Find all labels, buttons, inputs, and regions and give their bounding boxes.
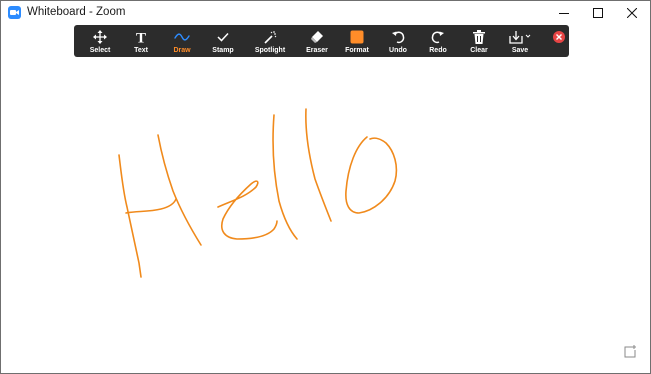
tool-stamp-label: Stamp: [212, 47, 234, 54]
tool-clear[interactable]: Clear: [459, 25, 499, 57]
move-icon: [93, 28, 107, 46]
tool-undo[interactable]: Undo: [378, 25, 418, 57]
tool-spotlight[interactable]: Spotlight: [250, 25, 290, 57]
chevron-down-icon: [525, 34, 531, 38]
tool-clear-label: Clear: [470, 47, 488, 54]
tool-format-label: Format: [345, 47, 369, 54]
undo-icon: [391, 28, 405, 46]
whiteboard-window: Whiteboard - Zoom Select T Text Draw Sta…: [0, 0, 651, 374]
svg-text:T: T: [136, 31, 146, 45]
stroke-h-left: [118, 154, 142, 278]
tool-spotlight-label: Spotlight: [254, 47, 286, 54]
stroke-h-right: [157, 134, 202, 246]
tool-draw[interactable]: Draw: [162, 25, 202, 57]
checkmark-icon: [217, 28, 229, 46]
tool-select[interactable]: Select: [80, 25, 120, 57]
tool-stamp[interactable]: Stamp: [203, 25, 243, 57]
redo-icon: [431, 28, 445, 46]
draw-icon: [174, 28, 190, 46]
tool-save-label: Save: [511, 47, 529, 54]
spotlight-icon: [263, 28, 277, 46]
stroke-h-bar: [125, 198, 177, 214]
handwriting-strokes: [118, 108, 398, 278]
tool-eraser-label: Eraser: [306, 47, 328, 54]
tool-text-label: Text: [134, 47, 148, 54]
new-page-icon[interactable]: [623, 345, 637, 359]
eraser-icon: [310, 28, 324, 46]
tool-redo[interactable]: Redo: [418, 25, 458, 57]
stroke-o: [345, 136, 398, 214]
tool-format[interactable]: Format: [337, 25, 377, 57]
save-icon: [509, 28, 531, 46]
whiteboard-toolbar: Select T Text Draw Stamp Spotlight Erase…: [74, 25, 569, 57]
trash-icon: [473, 28, 485, 46]
tool-select-label: Select: [89, 47, 111, 54]
stroke-l-second: [305, 108, 332, 222]
format-swatch-icon: [350, 28, 364, 46]
text-icon: T: [134, 28, 148, 46]
tool-redo-label: Redo: [429, 47, 447, 54]
close-icon: [556, 34, 562, 40]
tool-text[interactable]: T Text: [121, 25, 161, 57]
tool-eraser[interactable]: Eraser: [297, 25, 337, 57]
tool-draw-label: Draw: [173, 47, 191, 54]
tool-undo-label: Undo: [389, 47, 407, 54]
tool-save[interactable]: Save: [500, 25, 540, 57]
close-whiteboard-button[interactable]: [553, 31, 565, 43]
stroke-e: [217, 180, 278, 240]
